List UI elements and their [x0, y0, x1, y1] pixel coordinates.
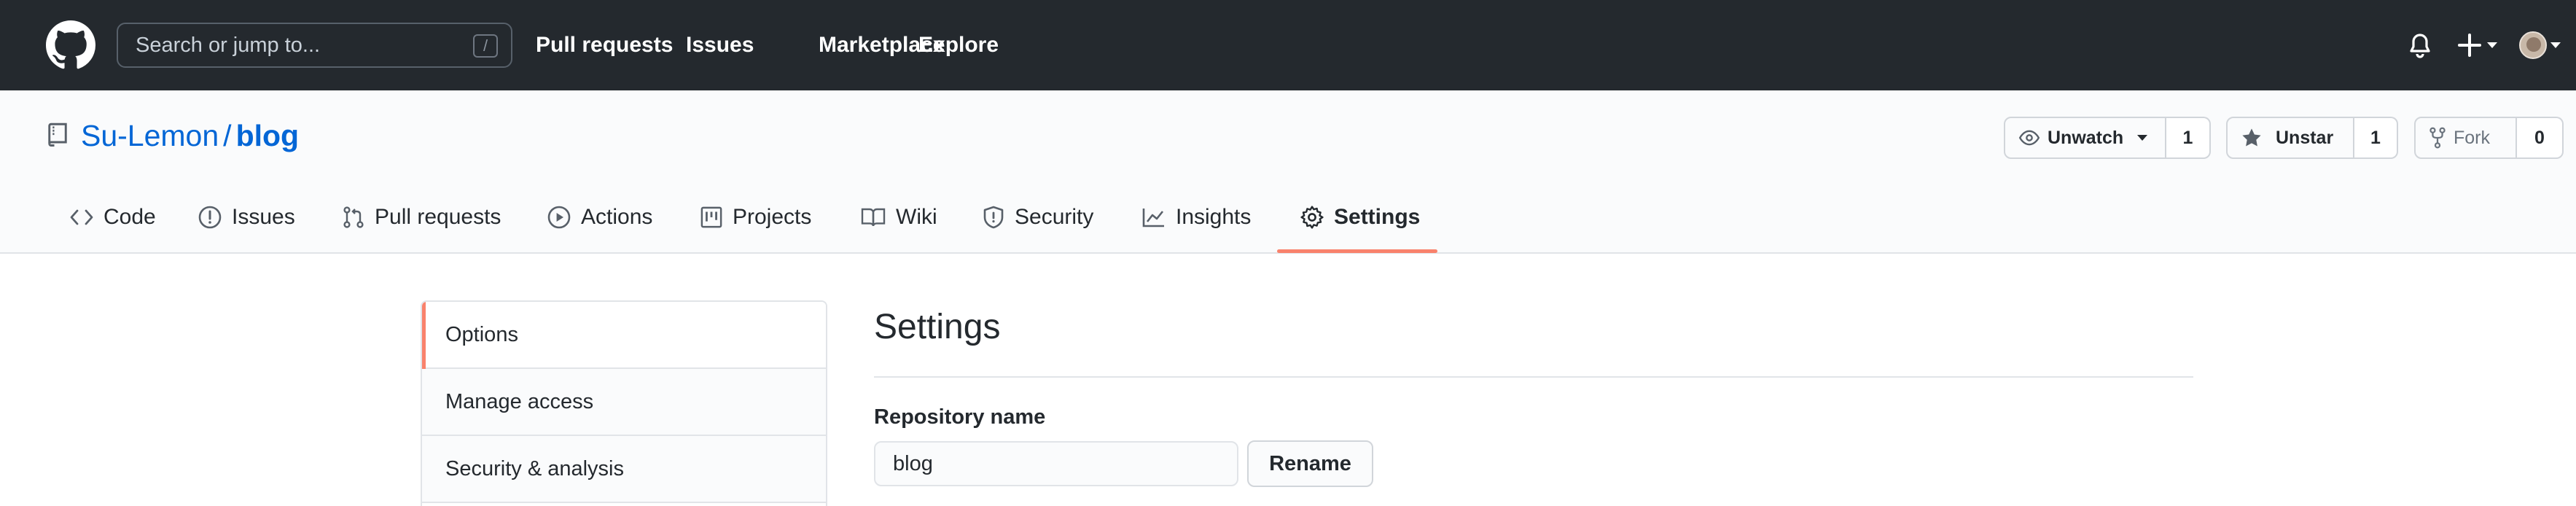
book-icon	[861, 208, 886, 227]
fork-label: Fork	[2454, 127, 2490, 148]
tab-settings-label: Settings	[1334, 205, 1421, 229]
search-input[interactable]: Search or jump to... /	[117, 23, 512, 68]
avatar-face	[2526, 37, 2541, 52]
tab-security-label: Security	[1015, 205, 1094, 229]
tab-security[interactable]: Security	[983, 184, 1093, 251]
nav-explore[interactable]: Explore	[918, 0, 999, 90]
gear-icon	[1300, 206, 1324, 229]
tab-insights-label: Insights	[1176, 205, 1252, 229]
tab-wiki[interactable]: Wiki	[861, 184, 937, 251]
rename-button[interactable]: Rename	[1247, 440, 1373, 487]
avatar-caret-icon[interactable]	[2550, 41, 2561, 50]
search-shortcut-key: /	[473, 34, 498, 58]
tab-insights[interactable]: Insights	[1142, 184, 1251, 251]
stargazers-count[interactable]: 1	[2354, 117, 2398, 159]
selected-tab-indicator	[1277, 249, 1437, 253]
nav-issues[interactable]: Issues	[686, 0, 754, 90]
tab-code-label: Code	[104, 205, 156, 229]
star-icon	[2242, 128, 2261, 147]
play-circle-icon	[547, 206, 571, 229]
notification-bell-icon[interactable]	[2408, 33, 2432, 59]
menu-item-manage-access[interactable]: Manage access	[422, 369, 826, 436]
settings-side-menu: Options Manage access Security & analysi…	[421, 300, 827, 506]
user-avatar[interactable]	[2519, 31, 2547, 59]
tab-code[interactable]: Code	[70, 184, 156, 251]
github-logo-icon[interactable]	[46, 20, 95, 70]
title-divider	[874, 376, 2193, 378]
menu-item-options[interactable]: Options	[422, 302, 826, 369]
repository-name-label: Repository name	[874, 405, 1046, 429]
unstar-button[interactable]: Unstar	[2226, 117, 2354, 159]
tab-actions[interactable]: Actions	[547, 184, 652, 251]
watchers-count[interactable]: 1	[2166, 117, 2211, 159]
pull-request-icon	[343, 206, 364, 228]
code-icon	[70, 209, 93, 225]
tab-wiki-label: Wiki	[896, 205, 937, 229]
nav-pull-requests[interactable]: Pull requests	[536, 0, 673, 90]
tab-projects[interactable]: Projects	[700, 184, 811, 251]
eye-icon	[2018, 130, 2040, 146]
unwatch-label: Unwatch	[2048, 127, 2124, 148]
repo-title-separator: /	[223, 119, 232, 152]
global-header: Search or jump to... / Pull requests Iss…	[0, 0, 2576, 90]
menu-item-security-analysis[interactable]: Security & analysis	[422, 436, 826, 503]
forks-count[interactable]: 0	[2517, 117, 2564, 159]
tab-issues[interactable]: Issues	[198, 184, 295, 251]
tab-actions-label: Actions	[581, 205, 653, 229]
star-button-group: Unstar 1	[2226, 117, 2398, 159]
watch-button-group: Unwatch 1	[2004, 117, 2211, 159]
repo-owner-link[interactable]: Su-Lemon	[81, 119, 219, 152]
caret-down-icon	[2137, 135, 2148, 141]
repo-icon	[48, 122, 67, 147]
unwatch-button[interactable]: Unwatch	[2004, 117, 2166, 159]
issue-opened-icon	[198, 206, 222, 229]
create-new-plus-icon[interactable]	[2458, 34, 2499, 57]
search-placeholder: Search or jump to...	[136, 34, 321, 57]
tab-projects-label: Projects	[733, 205, 812, 229]
shield-icon	[983, 206, 1004, 229]
unstar-label: Unstar	[2276, 127, 2334, 148]
fork-button-group: Fork 0	[2414, 117, 2564, 159]
fork-icon	[2429, 127, 2446, 149]
tab-pull-requests[interactable]: Pull requests	[343, 184, 501, 251]
repository-name-input[interactable]	[874, 441, 1238, 486]
page-title: Settings	[874, 308, 1001, 346]
graph-icon	[1142, 209, 1164, 227]
fork-button[interactable]: Fork	[2414, 117, 2517, 159]
tab-settings[interactable]: Settings	[1300, 184, 1420, 251]
tab-issues-label: Issues	[232, 205, 295, 229]
project-board-icon	[700, 206, 722, 228]
repository-title: Su-Lemon / blog	[81, 115, 299, 156]
repo-name-link[interactable]: blog	[236, 119, 300, 152]
tab-pull-requests-label: Pull requests	[375, 205, 501, 229]
